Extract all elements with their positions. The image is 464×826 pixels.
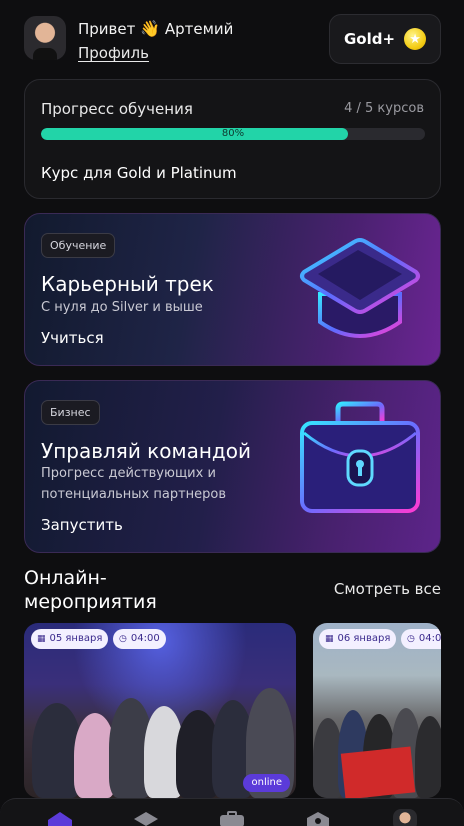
online-badge: online	[243, 774, 290, 792]
progress-percent: 80%	[221, 128, 245, 139]
event-time-chip: ◷ 04:00	[401, 629, 441, 649]
user-name: Артемий	[164, 20, 234, 38]
profile-link[interactable]: Профиль	[78, 44, 149, 62]
see-all-events-link[interactable]: Смотреть все	[334, 580, 441, 598]
team-tag: Бизнес	[41, 400, 100, 425]
team-management-card[interactable]: Бизнес Управляй командой Прогресс действ…	[24, 380, 441, 553]
bottom-tab-bar	[0, 798, 464, 826]
progress-title: Прогресс обучения	[41, 100, 193, 118]
event-card[interactable]: ▦ 06 января ◷ 04:00	[313, 623, 441, 798]
gold-plus-label: Gold+	[343, 30, 396, 48]
progress-count: 4 / 5 курсов	[344, 101, 424, 116]
event-date: 06 января	[337, 633, 391, 644]
team-action-button[interactable]: Запустить	[41, 516, 123, 534]
career-title: Карьерный трек	[41, 272, 214, 296]
clock-icon: ◷	[407, 634, 415, 644]
header: Привет 👋 Артемий Профиль Gold+ ★	[24, 14, 441, 64]
wave-emoji-icon: 👋	[140, 19, 161, 38]
career-tag: Обучение	[41, 233, 116, 258]
team-subtitle: Прогресс действующих и потенциальных пар…	[41, 466, 227, 502]
event-card[interactable]: ▦ 05 января ◷ 04:00 online	[24, 623, 296, 798]
event-time-chip: ◷ 04:00	[113, 629, 166, 649]
calendar-icon: ▦	[325, 634, 334, 644]
courses-icon[interactable]	[133, 811, 159, 826]
briefcase-icon	[300, 401, 420, 513]
event-time: 04:00	[418, 633, 441, 644]
learning-progress-card[interactable]: Прогресс обучения 4 / 5 курсов 80% Курс …	[24, 79, 441, 199]
career-track-card[interactable]: Обучение Карьерный трек С нуля до Silver…	[24, 213, 441, 366]
progress-course-name: Курс для Gold и Platinum	[41, 164, 237, 182]
gold-plus-button[interactable]: Gold+ ★	[329, 14, 441, 64]
event-date-chip: ▦ 06 января	[319, 629, 397, 649]
profile-avatar[interactable]	[393, 809, 417, 826]
avatar[interactable]	[24, 16, 66, 60]
progress-bar: 80%	[41, 128, 425, 140]
event-date: 05 января	[49, 633, 103, 644]
graduation-cap-icon	[300, 238, 420, 338]
clock-icon: ◷	[119, 634, 127, 644]
greeting: Привет 👋 Артемий	[78, 19, 233, 38]
event-time: 04:00	[130, 633, 160, 644]
event-date-chip: ▦ 05 января	[31, 629, 109, 649]
flag	[340, 746, 416, 798]
home-icon[interactable]	[47, 811, 73, 826]
career-subtitle: С нуля до Silver и выше	[41, 300, 203, 315]
team-title: Управляй командой	[41, 439, 251, 463]
events-icon[interactable]	[305, 811, 331, 826]
star-coin-icon: ★	[404, 28, 427, 50]
business-icon[interactable]	[219, 811, 245, 826]
calendar-icon: ▦	[37, 634, 46, 644]
events-title: Онлайн-мероприятия	[24, 567, 157, 613]
career-action-button[interactable]: Учиться	[41, 329, 104, 347]
greeting-text: Привет	[78, 20, 136, 38]
